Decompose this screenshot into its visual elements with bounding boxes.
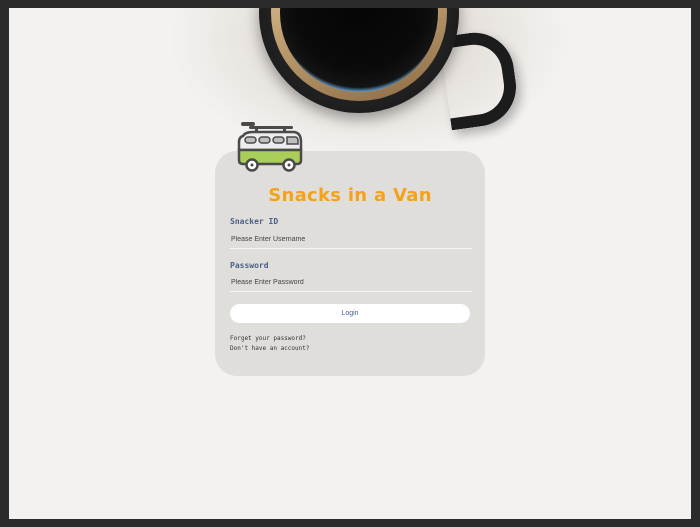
cup-rim bbox=[271, 8, 447, 101]
coffee-surface bbox=[280, 8, 438, 92]
camper-van-icon bbox=[237, 122, 303, 172]
login-card: Snacks in a Van Snacker ID Password Logi… bbox=[215, 151, 485, 376]
app-title: Snacks in a Van bbox=[268, 185, 432, 206]
signup-link[interactable]: Don't have an account? bbox=[230, 345, 309, 352]
snacker-id-input[interactable] bbox=[230, 230, 472, 249]
password-label: Password bbox=[230, 261, 269, 270]
login-button[interactable]: Login bbox=[230, 304, 470, 323]
password-input[interactable] bbox=[230, 273, 472, 292]
forgot-password-link[interactable]: Forget your password? bbox=[230, 335, 306, 342]
snacker-id-label: Snacker ID bbox=[230, 217, 279, 226]
page-viewport: Snacks in a Van Snacker ID Password Logi… bbox=[9, 8, 691, 519]
